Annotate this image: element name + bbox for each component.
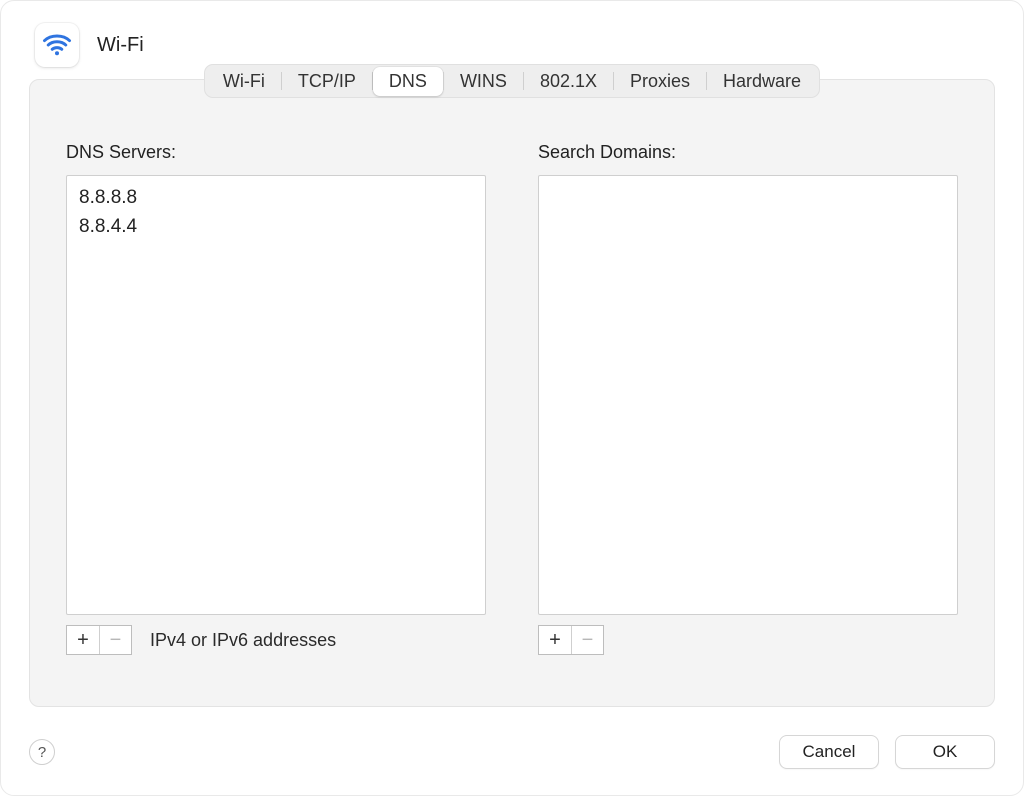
search-domains-remove-button[interactable]: − <box>571 626 603 654</box>
search-domains-label: Search Domains: <box>538 142 958 163</box>
tab-8021x[interactable]: 802.1X <box>524 67 613 96</box>
content-columns: DNS Servers: 8.8.8.8 8.8.4.4 + − IPv4 or… <box>30 142 994 655</box>
search-domains-add-remove-group: + − <box>538 625 604 655</box>
dns-servers-label: DNS Servers: <box>66 142 486 163</box>
wifi-icon <box>35 23 79 67</box>
search-domains-controls-row: + − <box>538 625 958 655</box>
tab-hardware[interactable]: Hardware <box>707 67 817 96</box>
dns-server-item[interactable]: 8.8.4.4 <box>79 213 473 242</box>
tab-wifi[interactable]: Wi-Fi <box>207 67 281 96</box>
search-domains-column: Search Domains: + − <box>538 142 958 655</box>
footer: ? Cancel OK <box>1 717 1023 795</box>
dns-server-item[interactable]: 8.8.8.8 <box>79 184 473 213</box>
dns-remove-button[interactable]: − <box>99 626 131 654</box>
tab-bar: Wi-Fi TCP/IP DNS WINS 802.1X Proxies Har… <box>204 64 820 98</box>
dns-servers-list[interactable]: 8.8.8.8 8.8.4.4 <box>66 175 486 615</box>
dns-controls-row: + − IPv4 or IPv6 addresses <box>66 625 486 655</box>
page-title: Wi-Fi <box>97 34 144 57</box>
tab-dns[interactable]: DNS <box>373 67 443 96</box>
tab-tcpip[interactable]: TCP/IP <box>282 67 372 96</box>
dns-hint: IPv4 or IPv6 addresses <box>150 630 336 651</box>
help-button[interactable]: ? <box>29 739 55 765</box>
ok-button[interactable]: OK <box>895 735 995 769</box>
dns-add-button[interactable]: + <box>67 626 99 654</box>
settings-panel: Wi-Fi TCP/IP DNS WINS 802.1X Proxies Har… <box>29 79 995 707</box>
dns-column: DNS Servers: 8.8.8.8 8.8.4.4 + − IPv4 or… <box>66 142 486 655</box>
dns-add-remove-group: + − <box>66 625 132 655</box>
search-domains-add-button[interactable]: + <box>539 626 571 654</box>
network-settings-window: Wi-Fi Wi-Fi TCP/IP DNS WINS 802.1X Proxi… <box>0 0 1024 796</box>
tab-proxies[interactable]: Proxies <box>614 67 706 96</box>
tab-wins[interactable]: WINS <box>444 67 523 96</box>
cancel-button[interactable]: Cancel <box>779 735 879 769</box>
search-domains-list[interactable] <box>538 175 958 615</box>
